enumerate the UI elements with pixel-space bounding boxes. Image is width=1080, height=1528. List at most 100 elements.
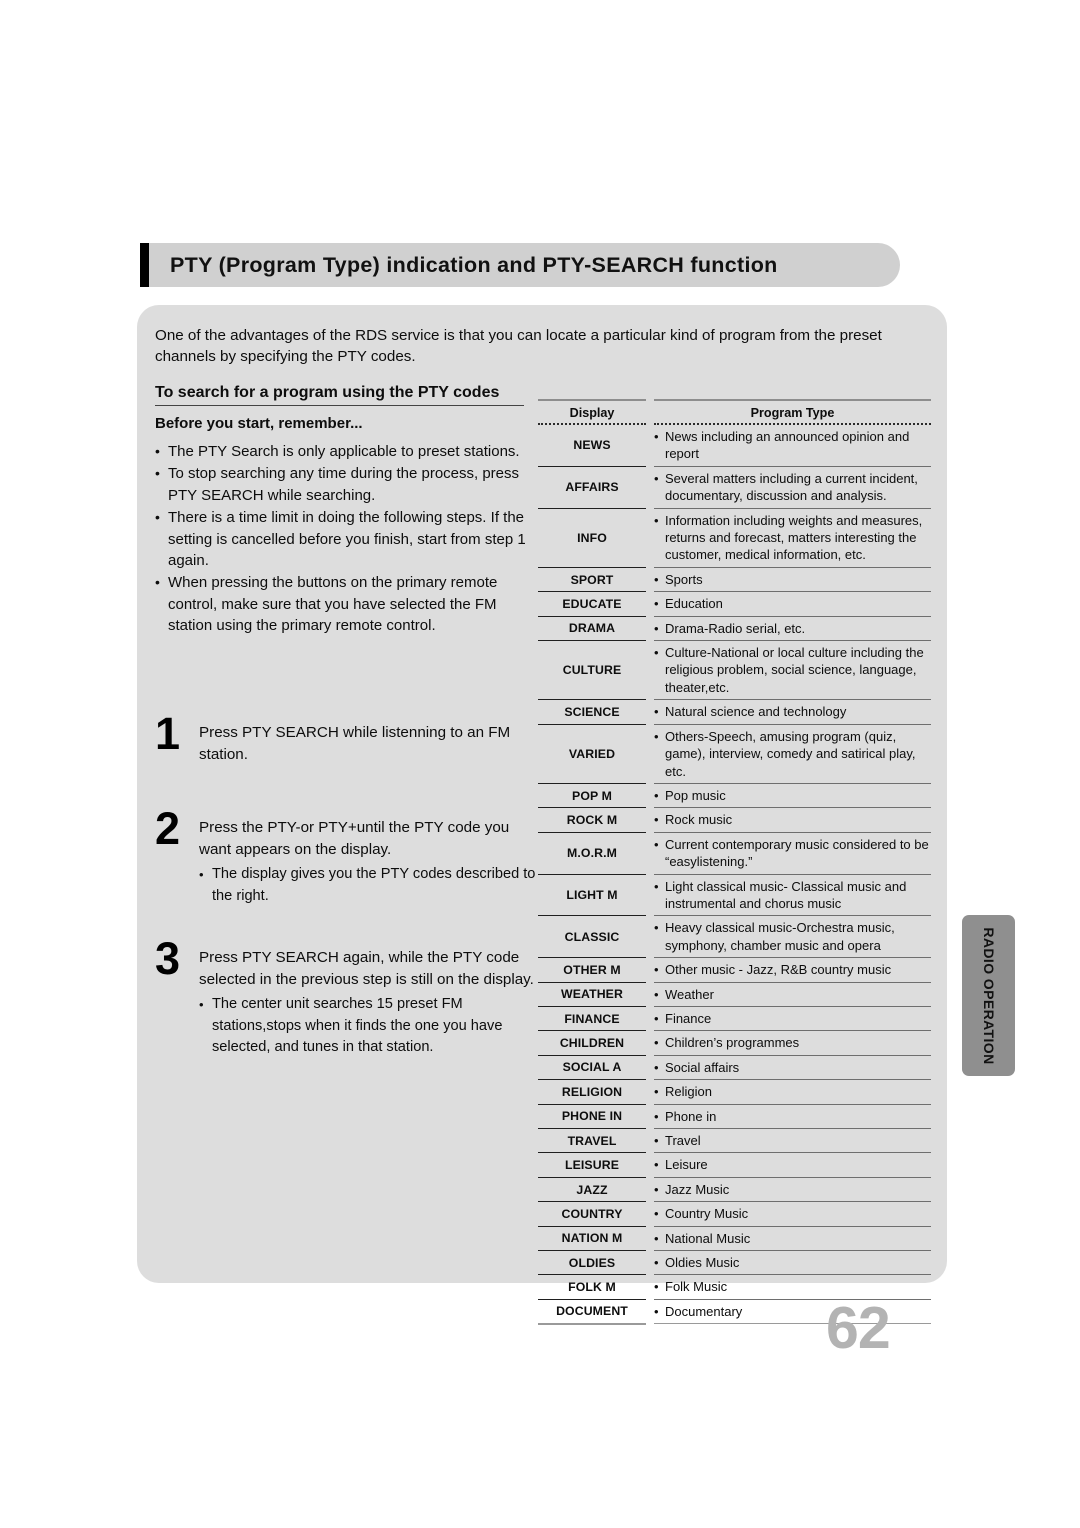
program-type-text: Finance [665, 1010, 712, 1026]
bullet-icon: • [654, 836, 659, 852]
table-row: PHONE IN • Phone in [538, 1104, 931, 1130]
display-code-cell: INFO [538, 508, 646, 568]
program-type-text: Drama-Radio serial, etc. [665, 620, 806, 636]
table-row: CULTURE • Culture-National or local cultur… [538, 640, 931, 701]
program-type-text: Pop music [665, 787, 726, 803]
list-item: There is a time limit in doing the follo… [155, 507, 540, 571]
program-type-cell: • Culture-National or local culture inclu… [654, 640, 931, 701]
display-code-cell: NATION M [538, 1226, 646, 1252]
intro-paragraph: One of the advantages of the RDS service… [155, 327, 882, 365]
program-type-cell: • Sports [654, 567, 931, 593]
program-type-cell: • Weather [654, 982, 931, 1007]
bullet-icon: • [654, 1181, 659, 1197]
program-type-text: Phone in [665, 1108, 717, 1124]
bullet-icon: • [654, 1206, 659, 1222]
table-row: NEWS • News including an announced opinion… [538, 424, 931, 467]
program-type-text: Others-Speech, amusing program (quiz, ga… [665, 728, 916, 779]
table-row: DRAMA • Drama-Radio serial, etc. [538, 616, 931, 642]
column-gap [646, 1299, 654, 1323]
bullet-icon: • [654, 512, 659, 528]
page-title: PTY (Program Type) indication and PTY-SE… [170, 253, 778, 277]
table-row: FINANCE • Finance [538, 1006, 931, 1032]
program-type-cell: • Religion [654, 1079, 931, 1105]
before-you-start-heading: Before you start, remember... [155, 415, 363, 432]
bullet-icon: • [654, 1035, 659, 1051]
program-type-cell: • Rock music [654, 807, 931, 833]
table-row: M.O.R.M • Current contemporary music consi… [538, 832, 931, 875]
table-row: WEATHER • Weather [538, 982, 931, 1007]
bullet-icon: • [654, 878, 659, 894]
step-number: 2 [155, 803, 181, 855]
step-note-list: The display gives you the PTY codes desc… [199, 864, 540, 907]
table-row: ROCK M • Rock music [538, 807, 931, 833]
program-type-cell: • Light classical music- Classical music … [654, 874, 931, 917]
display-code-cell: OLDIES [538, 1250, 646, 1276]
pty-code-table: Display Program Type NEWS • News including… [538, 399, 931, 1325]
program-type-cell: • Leisure [654, 1152, 931, 1178]
column-gap [646, 808, 654, 832]
bullet-icon: • [654, 962, 659, 978]
program-type-text: Other music - Jazz, R&B country music [665, 962, 892, 978]
column-gap [646, 1080, 654, 1104]
display-code-cell: SPORT [538, 567, 646, 593]
step-number: 3 [155, 933, 181, 985]
bullet-icon: • [654, 1279, 659, 1295]
program-type-text: Current contemporary music considered to… [665, 836, 929, 870]
bullet-icon: • [654, 704, 659, 720]
program-type-cell: • Social affairs [654, 1055, 931, 1081]
column-gap [646, 958, 654, 982]
step-list: 1 Press PTY SEARCH while listenning to a… [155, 711, 540, 1081]
bullet-icon: • [654, 728, 659, 744]
display-code-cell: EDUCATE [538, 591, 646, 617]
program-type-text: Rock music [665, 812, 733, 828]
display-code-cell: COUNTRY [538, 1201, 646, 1227]
bullet-icon: • [654, 1059, 659, 1075]
section-subtitle: To search for a program using the PTY co… [155, 384, 524, 406]
table-body: NEWS • News including an announced opinion… [538, 424, 931, 1325]
bullet-icon: • [654, 1303, 659, 1319]
table-row: AFFAIRS • Several matters including a curr… [538, 466, 931, 509]
display-code-cell: SOCIAL A [538, 1055, 646, 1081]
bullet-icon: • [654, 1157, 659, 1173]
list-item: The display gives you the PTY codes desc… [199, 864, 540, 907]
program-type-cell: • News including an announced opinion and… [654, 424, 931, 467]
bullet-icon: • [654, 1010, 659, 1026]
column-gap [646, 1177, 654, 1201]
column-gap [646, 641, 654, 700]
program-type-cell: • Phone in [654, 1104, 931, 1130]
program-type-text: Light classical music- Classical music a… [665, 878, 907, 911]
section-tab-radio-operation: RADIO OPERATION [962, 915, 1015, 1076]
bullet-icon: • [654, 986, 659, 1002]
section-header: PTY (Program Type) indication and PTY-SE… [140, 243, 900, 287]
program-type-cell: • Pop music [654, 783, 931, 809]
display-code-cell: RELIGION [538, 1079, 646, 1105]
manual-page: PTY (Program Type) indication and PTY-SE… [0, 0, 1080, 1528]
column-gap [646, 1006, 654, 1030]
bullet-icon: • [654, 645, 659, 661]
bullet-icon: • [654, 1084, 659, 1100]
step-text: Press PTY SEARCH while listenning to an … [199, 724, 511, 763]
bullet-icon: • [654, 620, 659, 636]
program-type-cell: • Finance [654, 1006, 931, 1032]
column-gap [646, 1055, 654, 1079]
bullet-icon: • [654, 787, 659, 803]
display-code-cell: FOLK M [538, 1274, 646, 1300]
program-type-cell: • Jazz Music [654, 1177, 931, 1203]
program-type-cell: • Several matters including a current inc… [654, 466, 931, 509]
display-code-cell: FINANCE [538, 1006, 646, 1032]
column-gap [646, 616, 654, 640]
display-code-cell: JAZZ [538, 1177, 646, 1203]
table-row: JAZZ • Jazz Music [538, 1177, 931, 1203]
program-type-cell: • Drama-Radio serial, etc. [654, 616, 931, 642]
table-row: POP M • Pop music [538, 783, 931, 809]
column-gap [646, 1031, 654, 1055]
program-type-text: Education [665, 596, 723, 612]
display-code-cell: ROCK M [538, 807, 646, 833]
program-type-text: Travel [665, 1133, 701, 1148]
program-type-text: National Music [665, 1230, 751, 1246]
column-gap [646, 466, 654, 508]
step-body: Press PTY SEARCH again, while the PTY co… [155, 947, 540, 1058]
program-type-cell: • Others-Speech, amusing program (quiz, g… [654, 724, 931, 784]
precaution-list: The PTY Search is only applicable to pre… [155, 441, 540, 637]
column-gap [646, 874, 654, 916]
